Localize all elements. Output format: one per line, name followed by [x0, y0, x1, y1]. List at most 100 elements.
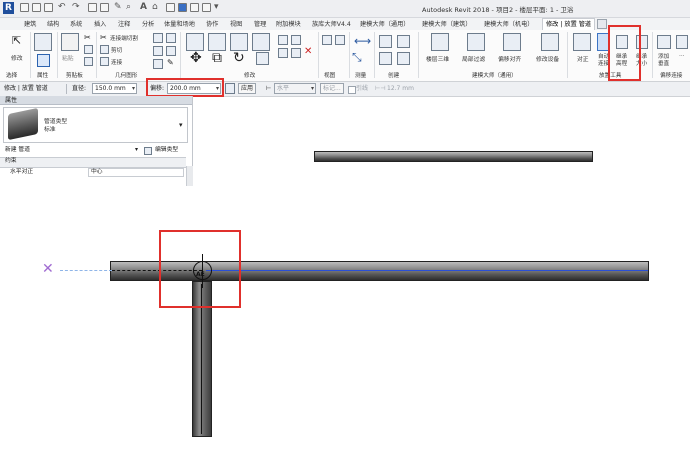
- create-parts-icon[interactable]: [397, 35, 410, 48]
- tab-view[interactable]: 视图: [230, 19, 242, 30]
- measure-distance-icon[interactable]: ⟷: [354, 34, 371, 48]
- leader-length-value[interactable]: 12.7 mm: [387, 84, 414, 94]
- tab-modeling-mep[interactable]: 建模大师（机电）: [484, 19, 534, 30]
- trim-extend-icon[interactable]: [256, 52, 269, 65]
- justification-icon[interactable]: [573, 33, 591, 51]
- more-tools-label[interactable]: …: [679, 52, 685, 58]
- text-icon[interactable]: A: [140, 2, 147, 12]
- properties-scrollbar[interactable]: [186, 166, 193, 186]
- slope-select[interactable]: 水平 ▾: [274, 83, 316, 94]
- split-face-icon[interactable]: [166, 33, 176, 43]
- align-tool-icon[interactable]: [186, 33, 204, 51]
- ribbon-toggle-icon[interactable]: [597, 19, 607, 29]
- tab-architecture[interactable]: 建筑: [24, 19, 36, 30]
- scale-icon[interactable]: [291, 35, 301, 45]
- redo-icon[interactable]: ↷: [72, 2, 80, 12]
- tab-modeling-architecture[interactable]: 建模大师（建筑）: [422, 19, 472, 30]
- tag-icon[interactable]: ⌕: [126, 2, 131, 12]
- cut-label[interactable]: 剪切: [111, 46, 122, 54]
- chevron-down-icon[interactable]: ▾: [135, 146, 138, 153]
- move-icon[interactable]: ✥: [190, 50, 202, 66]
- slope-icon[interactable]: ⊢: [266, 84, 271, 94]
- pick-icon[interactable]: ✎: [167, 58, 174, 67]
- offset-lock-icon[interactable]: [225, 83, 235, 94]
- offset-align-icon[interactable]: [503, 33, 521, 51]
- tool-offset-align[interactable]: 偏移对齐: [498, 54, 521, 63]
- local-filter-icon[interactable]: [467, 33, 485, 51]
- paste-icon[interactable]: [61, 33, 79, 51]
- split-element-icon[interactable]: [278, 35, 288, 45]
- save-icon[interactable]: [32, 3, 41, 12]
- floor-3d-icon[interactable]: [431, 33, 449, 51]
- override-graphics-icon[interactable]: [335, 35, 345, 45]
- rotate-icon[interactable]: ↻: [233, 50, 245, 66]
- pointer-icon[interactable]: ⇱: [12, 34, 21, 47]
- revit-logo[interactable]: R: [3, 2, 14, 14]
- create-group-icon[interactable]: [379, 52, 392, 65]
- prop-value-field[interactable]: 中心: [88, 168, 184, 177]
- offset-tool-icon[interactable]: [208, 33, 226, 51]
- tab-manage[interactable]: 管理: [254, 19, 266, 30]
- cope-icon[interactable]: ✂: [100, 33, 107, 42]
- properties-icon[interactable]: [34, 33, 52, 51]
- copy-element-icon[interactable]: ⧉: [212, 50, 222, 66]
- hide-element-icon[interactable]: [322, 35, 332, 45]
- create-assembly-icon[interactable]: [379, 35, 392, 48]
- undo-icon[interactable]: ↶: [58, 2, 66, 12]
- diameter-select[interactable]: 150.0 mm ▾: [92, 83, 137, 94]
- mirror-draw-icon[interactable]: [252, 33, 270, 51]
- apply-button[interactable]: 应用: [238, 83, 257, 94]
- cut-icon[interactable]: ✂: [84, 33, 91, 42]
- chevron-down-icon[interactable]: ▾: [179, 121, 183, 129]
- open-icon[interactable]: [20, 3, 29, 12]
- tab-collaborate[interactable]: 协作: [206, 19, 218, 30]
- edit-type-button[interactable]: 编辑类型: [155, 146, 178, 155]
- array-icon[interactable]: [278, 48, 288, 58]
- tool-modify-device[interactable]: 修改设备: [536, 54, 559, 63]
- copy-icon[interactable]: [84, 45, 93, 54]
- change-slope-icon[interactable]: [676, 35, 688, 49]
- cut-geometry-icon[interactable]: [100, 45, 109, 54]
- demolish-icon[interactable]: [166, 46, 176, 56]
- instance-filter-label[interactable]: 新建 管道: [5, 146, 30, 155]
- tag-button[interactable]: 标记...: [320, 83, 344, 94]
- add-vertical-label-2[interactable]: 垂直: [658, 59, 669, 67]
- tab-modeling-general[interactable]: 建模大师（通用）: [360, 19, 410, 30]
- tool-local-filter[interactable]: 局部过滤: [462, 54, 485, 63]
- pipe-segment-upper[interactable]: [314, 151, 593, 162]
- type-properties-icon[interactable]: [37, 54, 50, 67]
- aligned-dimension-icon[interactable]: ⤡: [352, 50, 362, 65]
- cut-join-label[interactable]: 连接端切割: [110, 34, 138, 42]
- tab-structure[interactable]: 结构: [47, 19, 59, 30]
- tab-annotate[interactable]: 注释: [118, 19, 130, 30]
- tab-insert[interactable]: 插入: [94, 19, 106, 30]
- remove-paint-icon[interactable]: [153, 59, 163, 69]
- panel-select[interactable]: 选择: [6, 71, 17, 79]
- match-type-icon[interactable]: [84, 57, 93, 66]
- measure-icon[interactable]: [100, 3, 109, 12]
- paint-icon[interactable]: [153, 33, 163, 43]
- switch-windows-icon[interactable]: [202, 3, 211, 12]
- create-similar-icon[interactable]: [397, 52, 410, 65]
- section-icon[interactable]: [166, 3, 175, 12]
- join-label[interactable]: 连接: [111, 58, 122, 66]
- dimension-icon[interactable]: ✎: [114, 2, 122, 12]
- edit-type-icon[interactable]: [144, 147, 152, 155]
- tool-floor-3d[interactable]: 楼层三维: [426, 54, 449, 63]
- constraints-group[interactable]: [0, 157, 186, 168]
- join-geometry-icon[interactable]: [100, 57, 109, 66]
- 3d-view-icon[interactable]: ⌂: [152, 2, 158, 12]
- justification-label[interactable]: 对正: [577, 54, 589, 63]
- tab-massing-site[interactable]: 体量和场地: [164, 19, 195, 30]
- tab-systems[interactable]: 系统: [70, 19, 82, 30]
- print-icon[interactable]: [88, 3, 97, 12]
- mirror-axis-icon[interactable]: [230, 33, 248, 51]
- leader-checkbox[interactable]: [348, 86, 356, 94]
- add-vertical-icon[interactable]: [657, 35, 671, 49]
- sync-icon[interactable]: [44, 3, 53, 12]
- tab-add-ins[interactable]: 附加模块: [276, 19, 301, 30]
- modify-device-icon[interactable]: [541, 33, 559, 51]
- close-hidden-icon[interactable]: [190, 3, 199, 12]
- tab-family-library[interactable]: 族库大师V4.4: [312, 19, 351, 30]
- delete-icon[interactable]: ✕: [304, 46, 312, 57]
